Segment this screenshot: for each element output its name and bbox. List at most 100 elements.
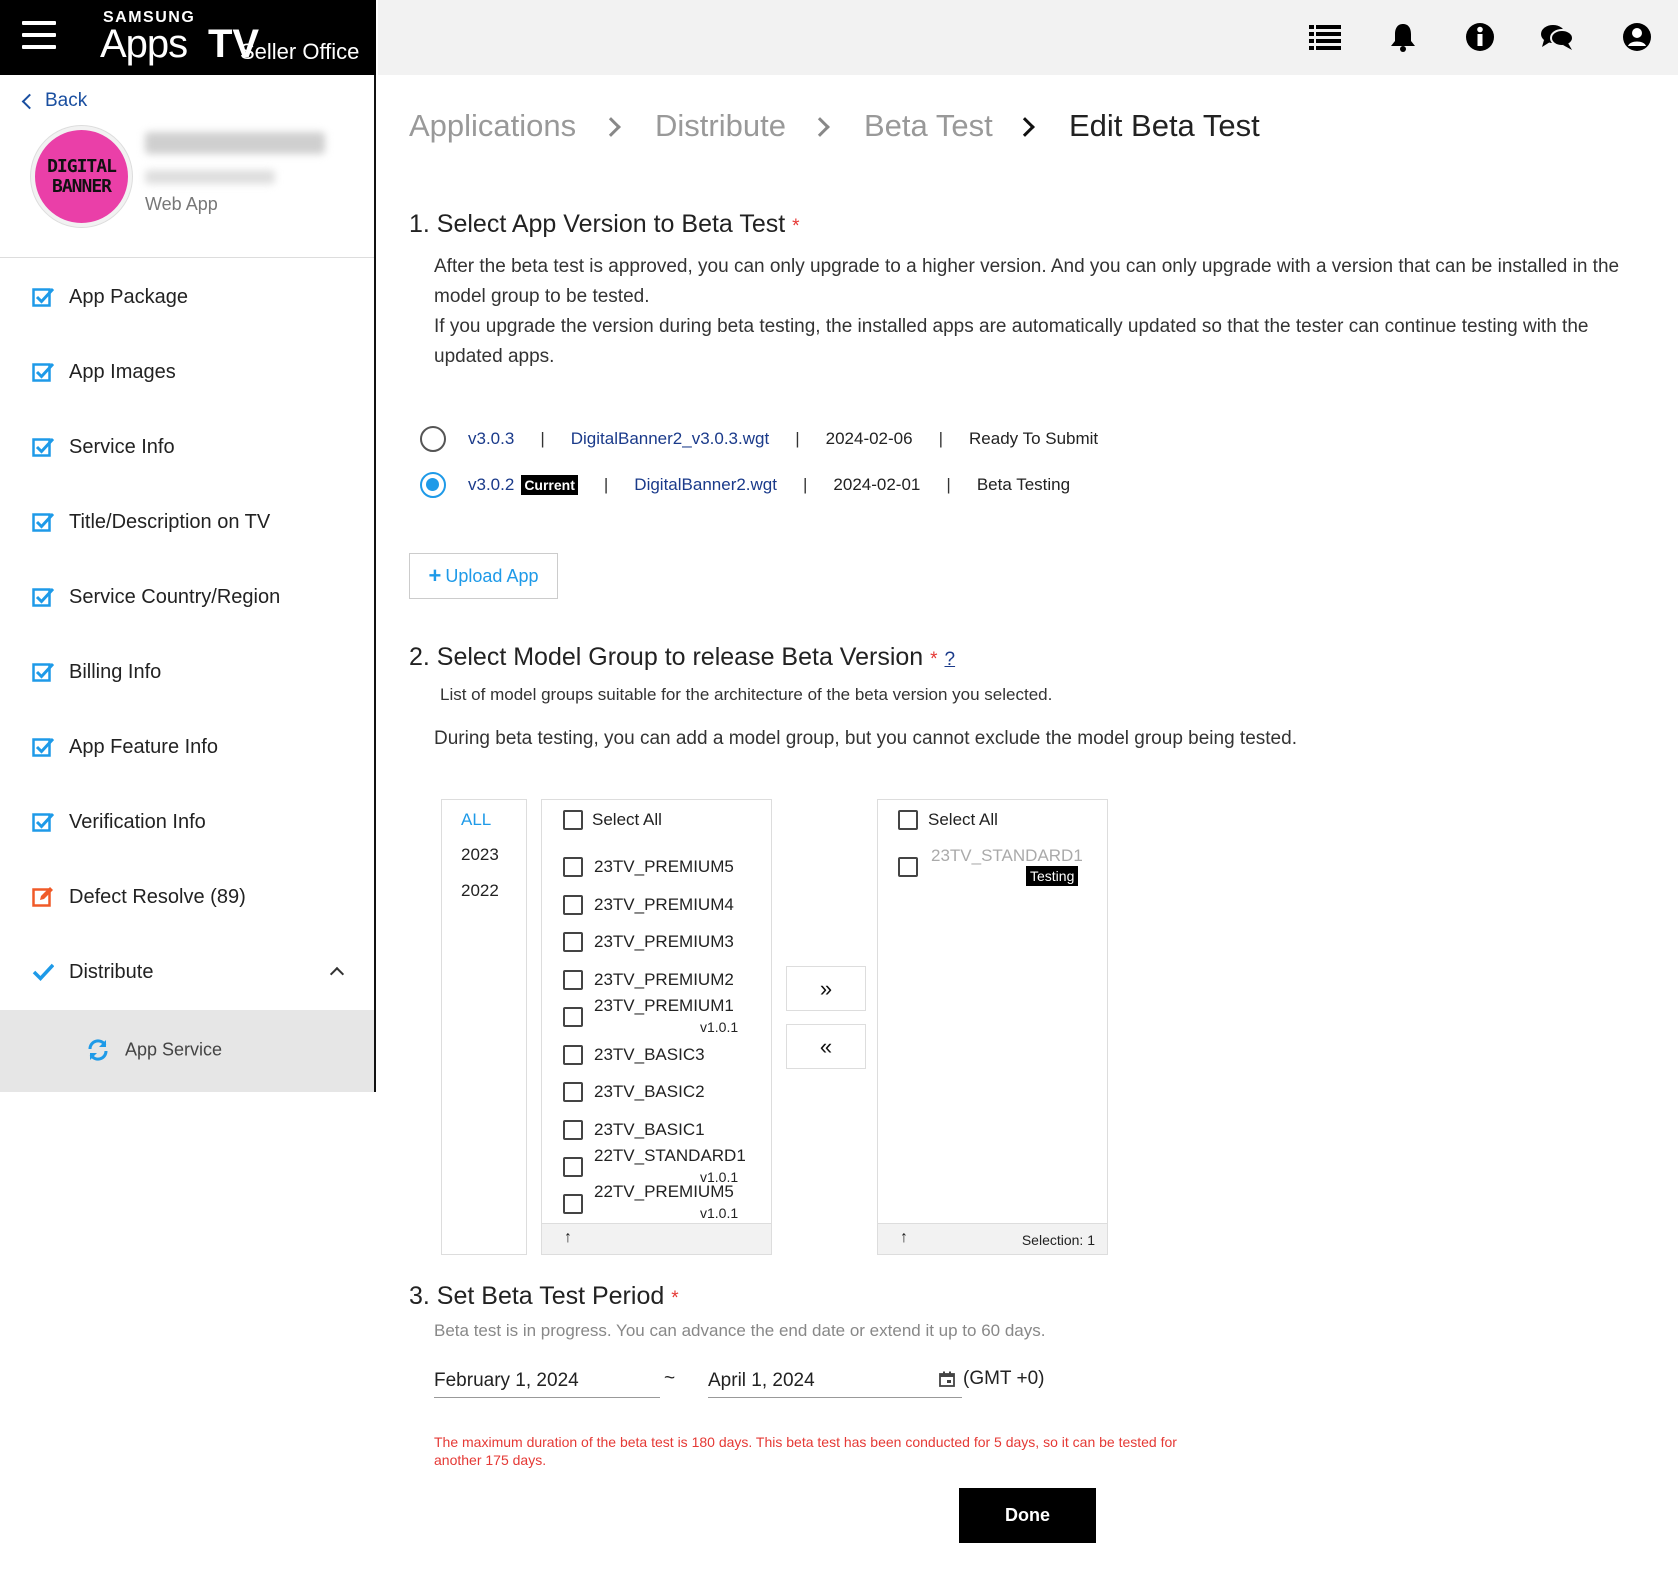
sidebar-item-label: App Package [69, 286, 188, 308]
breadcrumb-applications[interactable]: Applications [409, 108, 576, 144]
section1-desc2: If you upgrade the version during beta t… [434, 316, 1589, 367]
sidebar-item-defect-resolve[interactable]: Defect Resolve (89) [0, 862, 374, 937]
model-checkbox[interactable] [563, 1157, 583, 1177]
separator: | [946, 475, 951, 494]
sidebar-item-app-feature-info[interactable]: App Feature Info [0, 712, 374, 787]
brand-bar: SAMSUNG Apps TV Seller Office [0, 0, 376, 75]
list-icon[interactable] [1308, 20, 1342, 54]
version-row[interactable]: v3.0.2 Current | DigitalBanner2.wgt | 20… [420, 470, 1070, 500]
app-logo-line2: BANNER [51, 175, 112, 197]
model-checkbox[interactable] [563, 857, 583, 877]
version-radio-selected[interactable] [420, 472, 446, 498]
separator: | [540, 429, 545, 448]
section3-desc: Beta test is in progress. You can advanc… [434, 1321, 1046, 1340]
sidebar-item-verification-info[interactable]: Verification Info [0, 787, 374, 862]
model-checkbox[interactable] [563, 970, 583, 990]
breadcrumb-beta-test[interactable]: Beta Test [864, 108, 993, 144]
separator: | [795, 429, 800, 448]
select-all-checkbox[interactable] [563, 810, 583, 830]
sidebar-subitem-label: App Service [125, 1039, 223, 1060]
version-file-link[interactable]: DigitalBanner2_v3.0.3.wgt [571, 429, 769, 449]
bell-icon[interactable] [1386, 20, 1420, 54]
model-checkbox[interactable] [563, 1007, 583, 1027]
year-filter-2023[interactable]: 2023 [461, 845, 499, 865]
sidebar-item-label: Verification Info [69, 811, 206, 833]
section2-title: 2. Select Model Group to release Beta Ve… [409, 643, 955, 672]
model-name: 23TV_BASIC1 [594, 1120, 705, 1139]
back-label: Back [45, 90, 88, 111]
info-icon[interactable] [1463, 20, 1497, 54]
end-date-input[interactable] [708, 1364, 962, 1398]
app-id-redacted [145, 170, 275, 184]
model-name: 23TV_PREMIUM3 [594, 932, 734, 951]
available-model-list: Select All 23TV_PREMIUM5 23TV_PREMIUM4 2… [541, 799, 772, 1255]
model-checkbox[interactable] [563, 1045, 583, 1065]
sidebar-divider [0, 257, 374, 258]
page-title: Edit Beta Test [1069, 108, 1260, 143]
menu-icon[interactable] [22, 21, 56, 51]
model-name: 23TV_PREMIUM2 [594, 970, 734, 989]
version-row[interactable]: v3.0.3 | DigitalBanner2_v3.0.3.wgt | 202… [420, 424, 1098, 454]
sidebar-item-label: App Feature Info [69, 736, 218, 758]
year-filter-2022[interactable]: 2022 [461, 881, 499, 901]
version-file-link[interactable]: DigitalBanner2.wgt [634, 475, 777, 495]
version-radio[interactable] [420, 426, 446, 452]
section3-title: 3. Set Beta Test Period * [409, 1282, 679, 1311]
selected-model-list: Select All 23TV_STANDARD1 Testing ↑ Sele… [877, 799, 1108, 1255]
chevron-right-icon [810, 117, 830, 137]
select-all-checkbox[interactable] [898, 810, 918, 830]
model-checkbox[interactable] [563, 895, 583, 915]
model-checkbox[interactable] [563, 1120, 583, 1140]
version-date: 2024-02-01 [833, 475, 921, 494]
version-date: 2024-02-06 [825, 429, 913, 448]
add-model-button[interactable]: » [786, 966, 866, 1011]
sidebar-item-service-info[interactable]: Service Info [0, 412, 374, 487]
sidebar-item-label: Distribute [69, 961, 154, 983]
section2-title-text: 2. Select Model Group to release Beta Ve… [409, 643, 924, 671]
testing-badge: Testing [1026, 866, 1079, 886]
sidebar-item-distribute[interactable]: Distribute [0, 937, 374, 1012]
chevron-right-icon [601, 117, 621, 137]
model-name: 22TV_PREMIUM5 [594, 1182, 734, 1201]
sidebar-item-label: Billing Info [69, 661, 162, 683]
chevron-left-icon [21, 93, 38, 109]
account-icon[interactable] [1620, 20, 1654, 54]
sidebar-item-title-description[interactable]: Title/Description on TV [0, 487, 374, 562]
chevron-up-icon[interactable] [329, 966, 345, 982]
chat-icon[interactable] [1540, 20, 1574, 54]
sidebar-subitem-app-service[interactable]: App Service [0, 1010, 374, 1092]
upload-app-label: Upload App [445, 565, 539, 586]
remove-model-button[interactable]: « [786, 1024, 866, 1069]
year-filter-list: ALL 2023 2022 [441, 799, 527, 1255]
model-checkbox[interactable] [898, 857, 918, 877]
chevron-right-icon [1015, 117, 1035, 137]
year-filter-all[interactable]: ALL [461, 810, 491, 830]
upload-app-button[interactable]: + Upload App [409, 553, 558, 599]
sort-arrow-icon[interactable]: ↑ [900, 1229, 908, 1247]
selection-count: Selection: 1 [1021, 1232, 1095, 1248]
sort-arrow-icon[interactable]: ↑ [564, 1229, 572, 1247]
done-button[interactable]: Done [959, 1488, 1096, 1543]
select-all-label: Select All [928, 810, 998, 829]
back-link[interactable]: Back [20, 90, 87, 112]
model-checkbox[interactable] [563, 1194, 583, 1214]
duration-error-message: The maximum duration of the beta test is… [434, 1434, 1177, 1468]
separator: | [938, 429, 944, 448]
sidebar-item-label: Defect Resolve (89) [69, 886, 246, 908]
model-name: 23TV_BASIC2 [594, 1082, 705, 1101]
model-name: 22TV_STANDARD1 [594, 1146, 746, 1165]
calendar-icon[interactable] [939, 1371, 955, 1387]
current-badge: Current [521, 475, 578, 495]
checkbox-checked-icon [32, 812, 54, 832]
sidebar-item-billing-info[interactable]: Billing Info [0, 637, 374, 712]
breadcrumb-distribute[interactable]: Distribute [655, 108, 786, 144]
start-date-input[interactable] [434, 1364, 660, 1398]
help-link[interactable]: ? [945, 649, 956, 670]
sidebar-item-label: Title/Description on TV [69, 511, 271, 533]
sidebar-item-app-package[interactable]: App Package [0, 262, 374, 337]
sidebar-item-app-images[interactable]: App Images [0, 337, 374, 412]
model-checkbox[interactable] [563, 932, 583, 952]
model-version: v1.0.1 [700, 1205, 739, 1221]
model-checkbox[interactable] [563, 1082, 583, 1102]
sidebar-item-service-country[interactable]: Service Country/Region [0, 562, 374, 637]
